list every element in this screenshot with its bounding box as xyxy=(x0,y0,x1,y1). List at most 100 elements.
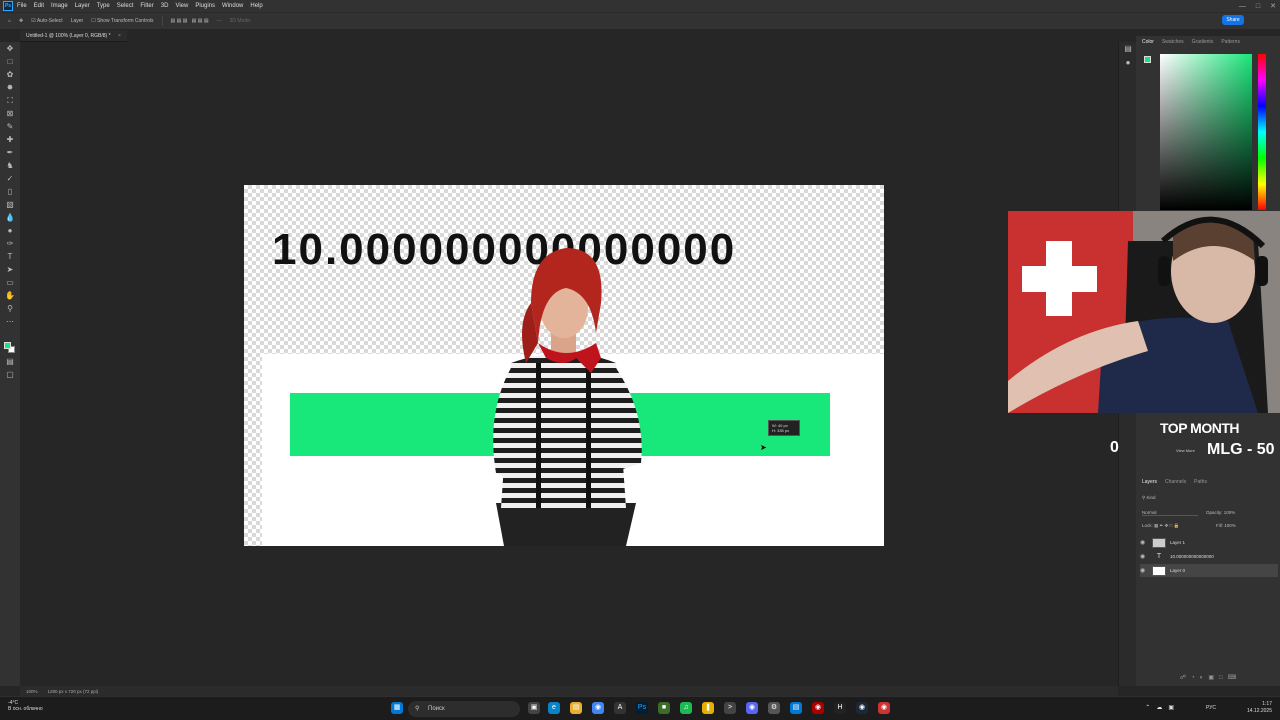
document-canvas[interactable]: 10.000000000000000 W: 40 px H: 335 px xyxy=(244,185,884,546)
taskbar-clock[interactable]: 1:17 14.12.2025 xyxy=(1247,701,1272,715)
eraser-tool-icon[interactable]: ▯ xyxy=(5,187,15,197)
transform-controls-checkbox[interactable]: ☐ Show Transform Controls xyxy=(91,18,153,24)
layer-row[interactable]: ◉ T 10.000000000000000 xyxy=(1140,550,1278,563)
foreground-color-swatch[interactable] xyxy=(4,342,11,349)
chrome-icon[interactable]: ◉ xyxy=(592,702,604,714)
system-tray-icons[interactable]: ⌃☁▣ xyxy=(1145,704,1180,711)
character-image[interactable] xyxy=(476,233,656,546)
terminal-icon[interactable]: > xyxy=(724,702,736,714)
maximize-icon[interactable]: □ xyxy=(1256,3,1260,10)
zoom-level[interactable]: 100% xyxy=(26,689,38,694)
windows-start-icon[interactable]: ▦ xyxy=(391,702,403,714)
menu-select[interactable]: Select xyxy=(117,3,134,9)
menu-file[interactable]: File xyxy=(17,3,27,9)
crop-tool-icon[interactable]: ⛶ xyxy=(5,96,15,106)
more-options-icon[interactable]: ⋯ xyxy=(217,18,222,24)
tab-color[interactable]: Color xyxy=(1142,39,1154,45)
app-icon[interactable]: ◉ xyxy=(812,702,824,714)
tab-gradients[interactable]: Gradients xyxy=(1192,39,1214,45)
menu-plugins[interactable]: Plugins xyxy=(195,3,215,9)
app-icon[interactable]: ◉ xyxy=(878,702,890,714)
app-icon[interactable]: H xyxy=(834,702,846,714)
lasso-tool-icon[interactable]: ✿ xyxy=(5,70,15,80)
opacity-value[interactable]: 100% xyxy=(1224,510,1236,515)
comments-icon[interactable]: ● xyxy=(1123,58,1133,68)
fill-control[interactable]: Fill: 100% xyxy=(1216,523,1236,528)
tab-layers[interactable]: Layers xyxy=(1142,479,1157,485)
screen-mode-icon[interactable]: ▢ xyxy=(5,370,15,380)
move-tool-icon[interactable]: ✥ xyxy=(5,44,15,54)
tab-swatches[interactable]: Swatches xyxy=(1162,39,1184,45)
layer-name[interactable]: 10.000000000000000 xyxy=(1170,554,1214,559)
spotify-icon[interactable]: ♫ xyxy=(680,702,692,714)
color-picker-field[interactable] xyxy=(1160,54,1252,210)
close-icon[interactable]: ✕ xyxy=(1270,2,1276,10)
history-brush-tool-icon[interactable]: ✓ xyxy=(5,174,15,184)
auto-select-checkbox[interactable]: ☑ Auto-Select xyxy=(31,18,62,24)
menu-layer[interactable]: Layer xyxy=(75,3,90,9)
settings-icon[interactable]: ⚙ xyxy=(768,702,780,714)
dodge-tool-icon[interactable]: ● xyxy=(5,226,15,236)
visibility-eye-icon[interactable]: ◉ xyxy=(1140,539,1148,546)
frame-tool-icon[interactable]: ⊠ xyxy=(5,109,15,119)
visibility-eye-icon[interactable]: ◉ xyxy=(1140,553,1148,560)
align-icons[interactable]: ▤ ▤ ▤ ▤ ▤ ▤ xyxy=(171,18,209,24)
visibility-eye-icon[interactable]: ◉ xyxy=(1140,567,1148,574)
path-select-tool-icon[interactable]: ➤ xyxy=(5,265,15,275)
layer-row[interactable]: ◉ Layer 1 xyxy=(1140,536,1278,549)
gradient-tool-icon[interactable]: ▧ xyxy=(5,200,15,210)
menu-3d[interactable]: 3D xyxy=(161,3,169,9)
app-icon[interactable]: A xyxy=(614,702,626,714)
menu-edit[interactable]: Edit xyxy=(34,3,44,9)
rectangle-tool-icon[interactable]: ▭ xyxy=(5,278,15,288)
menu-image[interactable]: Image xyxy=(51,3,68,9)
foreground-color-mini-swatch[interactable] xyxy=(1144,56,1151,63)
steam-icon[interactable]: ◉ xyxy=(856,702,868,714)
layer-row-selected[interactable]: ◉ Layer 0 xyxy=(1140,564,1278,577)
task-view-icon[interactable]: ▣ xyxy=(528,702,540,714)
tab-paths[interactable]: Paths xyxy=(1194,479,1207,485)
layer-dropdown[interactable]: Layer xyxy=(71,18,84,24)
menu-view[interactable]: View xyxy=(175,3,188,9)
move-tool-icon[interactable]: ✥ xyxy=(19,18,23,24)
more-tools-icon[interactable]: ⋯ xyxy=(5,317,15,327)
pen-tool-icon[interactable]: ✑ xyxy=(5,239,15,249)
taskbar-search[interactable]: ⚲ Поиск xyxy=(408,701,520,717)
hue-slider[interactable] xyxy=(1258,54,1266,210)
close-tab-icon[interactable]: × xyxy=(118,33,121,39)
quick-mask-icon[interactable]: ▤ xyxy=(5,357,15,367)
menu-help[interactable]: Help xyxy=(250,3,262,9)
healing-brush-tool-icon[interactable]: ✚ xyxy=(5,135,15,145)
photoshop-taskbar-icon[interactable]: Ps xyxy=(636,702,648,714)
opacity-control[interactable]: Opacity: 100% xyxy=(1206,510,1235,515)
blend-mode-dropdown[interactable]: Normal xyxy=(1142,510,1198,516)
weather-widget[interactable]: -4°C В осн. облачно xyxy=(8,700,43,712)
document-tab[interactable]: Untitled-1 @ 100% (Layer 0, RGB/8) * × xyxy=(20,30,127,42)
marquee-tool-icon[interactable]: □ xyxy=(5,57,15,67)
share-button[interactable]: Share xyxy=(1222,15,1244,25)
app-icon[interactable]: ❚ xyxy=(702,702,714,714)
minecraft-icon[interactable]: ■ xyxy=(658,702,670,714)
tab-channels[interactable]: Channels xyxy=(1165,479,1186,485)
menu-window[interactable]: Window xyxy=(222,3,243,9)
tab-patterns[interactable]: Patterns xyxy=(1221,39,1240,45)
menu-type[interactable]: Type xyxy=(97,3,110,9)
history-icon[interactable]: ▤ xyxy=(1123,44,1133,54)
discord-icon[interactable]: ◉ xyxy=(746,702,758,714)
clone-stamp-tool-icon[interactable]: ♞ xyxy=(5,161,15,171)
photoshop-logo-icon[interactable]: Ps xyxy=(3,1,13,11)
layer-name[interactable]: Layer 0 xyxy=(1170,568,1185,573)
menu-filter[interactable]: Filter xyxy=(140,3,153,9)
home-icon[interactable]: ⌂ xyxy=(8,18,11,24)
hand-tool-icon[interactable]: ✋ xyxy=(5,291,15,301)
kind-filter-dropdown[interactable]: ⚲ Kind xyxy=(1142,495,1156,501)
brush-tool-icon[interactable]: ✒ xyxy=(5,148,15,158)
fill-value[interactable]: 100% xyxy=(1224,523,1236,528)
file-explorer-icon[interactable]: ▤ xyxy=(570,702,582,714)
language-indicator[interactable]: РУС xyxy=(1206,705,1216,711)
quick-select-tool-icon[interactable]: ✸ xyxy=(5,83,15,93)
app-icon[interactable]: ▤ xyxy=(790,702,802,714)
blur-tool-icon[interactable]: 💧 xyxy=(5,213,15,223)
zoom-tool-icon[interactable]: ⚲ xyxy=(5,304,15,314)
layer-name[interactable]: Layer 1 xyxy=(1170,540,1185,545)
